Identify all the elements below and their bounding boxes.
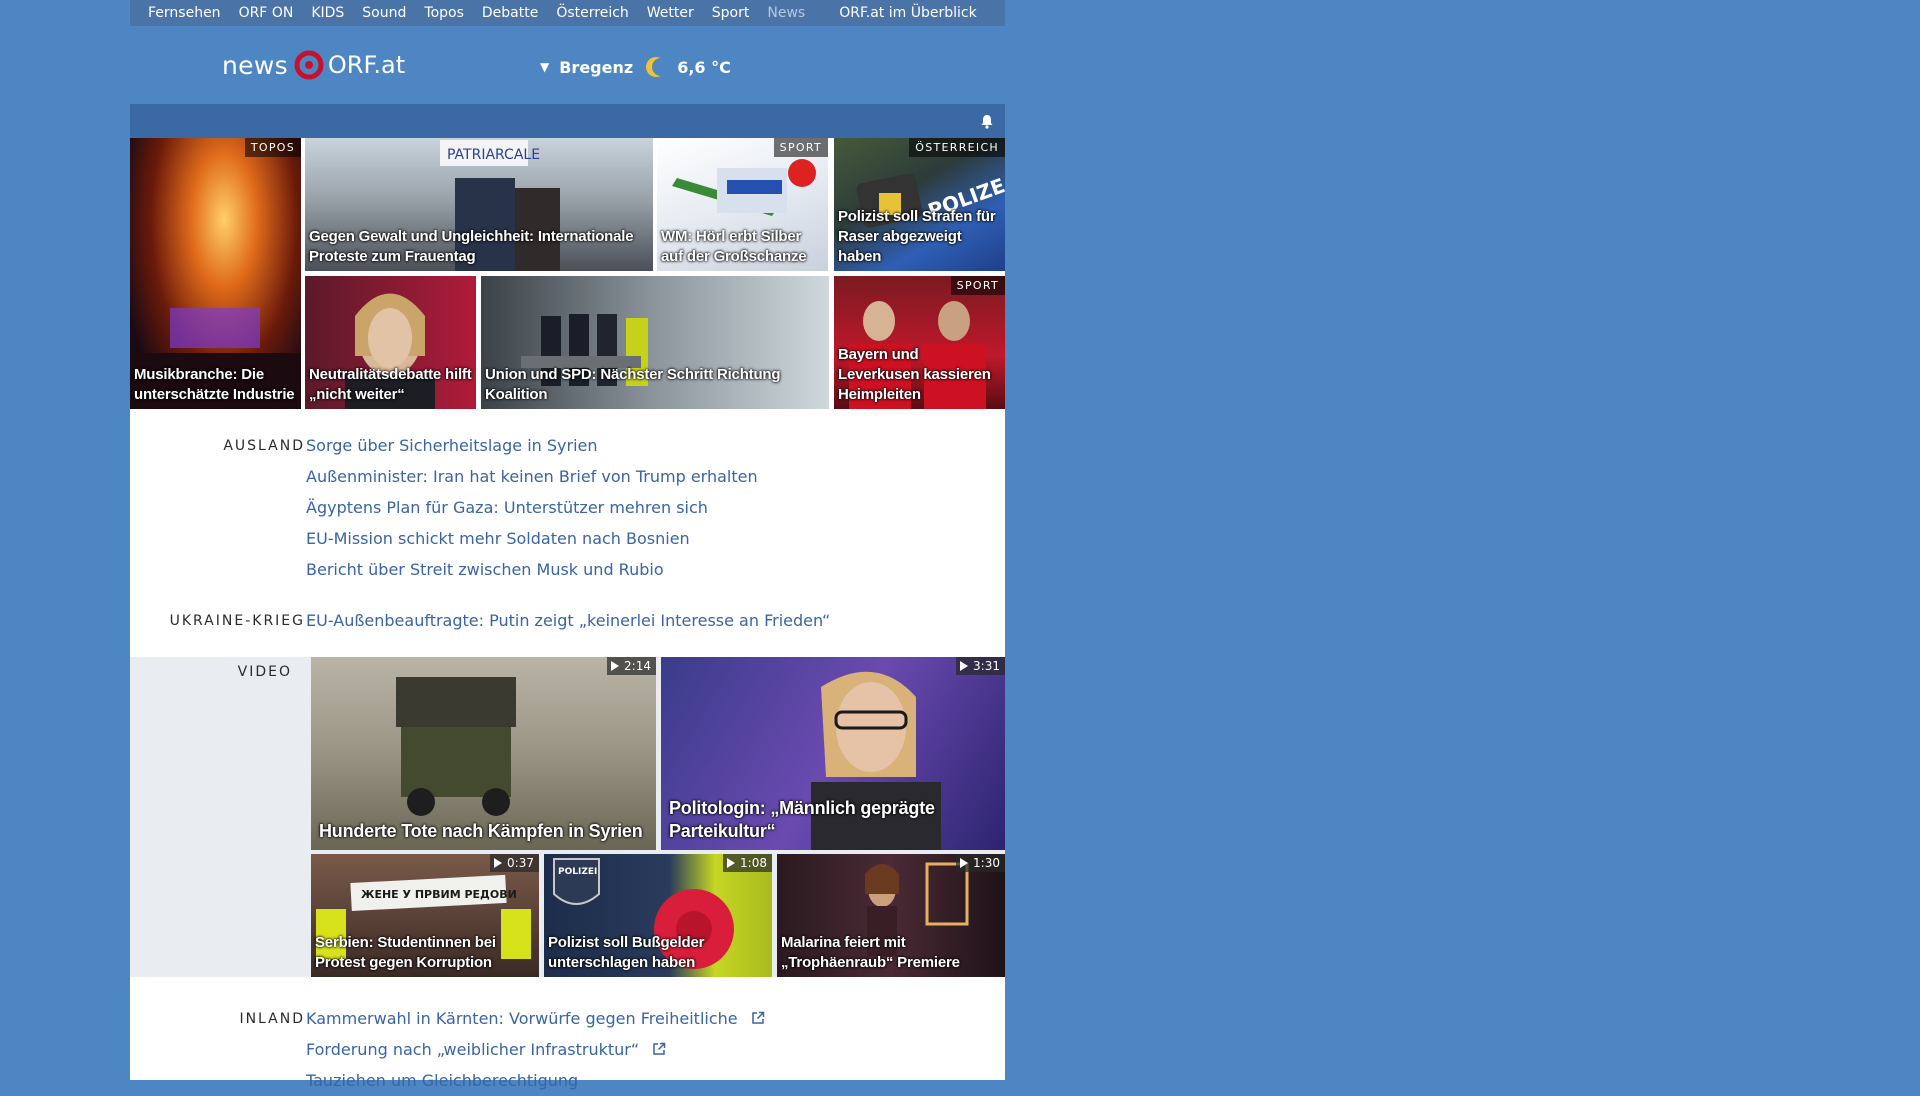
nav-item-sound[interactable]: Sound [353,5,415,21]
teaser-title: Musikbranche: Die unterschätzte Industri… [134,366,295,403]
teaser-tile-hoerl[interactable]: SPORT WM: Hörl erbt Silber auf der Großs… [657,138,828,271]
teaser-tile-bayern[interactable]: SPORT Bayern und Leverkusen kassieren He… [834,276,1005,409]
external-link-icon [751,1011,764,1024]
teaser-title: WM: Hörl erbt Silber auf der Großschanze [661,228,807,265]
nav-item-orf-on[interactable]: ORF ON [230,5,303,21]
nav-item-kids[interactable]: KIDS [302,5,353,21]
play-icon [960,858,969,868]
teaser-title: Union und SPD: Nächster Schritt Richtung… [485,366,781,403]
video-title: Malarina feiert mit „Trophäenraub“ Premi… [781,934,960,971]
news-link[interactable]: EU-Außenbeauftragte: Putin zeigt „keiner… [306,605,830,636]
top-navigation: Fernsehen ORF ON KIDS Sound Topos Debatt… [130,0,1005,26]
news-link[interactable]: Sorge über Sicherheitslage in Syrien [306,430,758,461]
video-duration: 1:08 [723,854,772,872]
orf-eye-icon [294,50,324,80]
video-title: Politologin: „Männlich geprägte Parteiku… [669,798,935,841]
ukraine-link-list: EU-Außenbeauftragte: Putin zeigt „keiner… [306,605,830,636]
section-label-video: VIDEO [237,664,292,680]
video-tile-malarina[interactable]: 1:30 Malarina feiert mit „Trophäenraub“ … [777,854,1005,977]
teaser-title: Neutralitätsdebatte hilft „nicht weiter“ [309,366,472,403]
nav-item-news-current[interactable]: News [758,5,814,21]
location-dropdown-icon: ▼ [540,60,550,74]
logo-news-text: news [222,50,288,80]
nav-item-sport[interactable]: Sport [703,5,759,21]
main-content: TOPOS Musikbranche: Die unterschätzte In… [130,138,1005,1090]
news-link[interactable]: Ägyptens Plan für Gaza: Unterstützer meh… [306,492,758,523]
news-link[interactable]: Forderung nach „weiblicher Infrastruktur… [306,1034,765,1065]
teaser-category: SPORT [950,276,1005,295]
video-tile-polizist-bussgelder[interactable]: POLIZEI 1:08 Polizist soll Bußgelder unt… [544,854,772,977]
duration-text: 2:14 [624,659,651,673]
video-duration: 2:14 [607,657,656,675]
video-duration: 3:31 [956,657,1005,675]
video-title: Polizist soll Bußgelder unterschlagen ha… [548,934,705,971]
teaser-tile-frauentag[interactable]: PATRIARCALE Gegen Gewalt und Ungleichhei… [305,138,653,271]
news-link[interactable]: Außenminister: Iran hat keinen Brief von… [306,461,758,492]
news-link[interactable]: Tauziehen um Gleichberechtigung [306,1065,765,1096]
nav-item-oesterreich[interactable]: Österreich [547,5,637,21]
play-icon [494,858,503,868]
play-icon [727,858,736,868]
duration-text: 1:08 [740,856,767,870]
teaser-title: Polizist soll Strafen für Raser abgezwei… [838,208,996,265]
video-tile-serbien[interactable]: ЖЕНЕ У ПРВИМ РЕДОВИ 0:37 Serbien: Studen… [311,854,539,977]
section-label-ausland: AUSLAND [223,438,305,454]
page: Fernsehen ORF ON KIDS Sound Topos Debatt… [130,0,1005,1090]
moon-icon [646,57,668,77]
inland-link-list: Kammerwahl in Kärnten: Vorwürfe gegen Fr… [306,1003,765,1096]
duration-text: 0:37 [507,856,534,870]
news-link[interactable]: Kammerwahl in Kärnten: Vorwürfe gegen Fr… [306,1003,765,1034]
link-text: Kammerwahl in Kärnten: Vorwürfe gegen Fr… [306,1009,738,1028]
logo-orf-text: ORF.at [327,51,406,79]
nav-item-wetter[interactable]: Wetter [638,5,703,21]
section-label-inland: INLAND [239,1011,305,1027]
video-title: Serbien: Studentinnen bei Protest gegen … [315,934,496,971]
weather-city: Bregenz [559,57,634,77]
link-text: Forderung nach „weiblicher Infrastruktur… [306,1040,640,1059]
nav-item-fernsehen[interactable]: Fernsehen [130,5,230,21]
news-orf-logo[interactable]: news ORF.at [222,50,405,80]
teaser-category: ÖSTERREICH [909,138,1005,157]
section-label-ukraine-krieg: UKRAINE-KRIEG [169,613,305,629]
teaser-title: Gegen Gewalt und Ungleichheit: Internati… [309,228,634,265]
video-tile-syrien[interactable]: 2:14 Hunderte Tote nach Kämpfen in Syrie… [311,657,656,850]
teaser-category: SPORT [773,138,828,157]
teaser-title: Bayern und Leverkusen kassieren Heimplei… [838,346,991,403]
nav-item-overview[interactable]: ORF.at im Überblick [830,5,985,21]
nav-item-topos[interactable]: Topos [415,5,472,21]
svg-text:POLIZEI: POLIZEI [558,867,597,877]
video-duration: 1:30 [956,854,1005,872]
weather-temperature: 6,6 °C [677,57,731,77]
news-link[interactable]: Bericht über Streit zwischen Musk und Ru… [306,554,758,585]
teaser-tile-polizist-raser[interactable]: POLIZE ÖSTERREICH Polizist soll Strafen … [834,138,1005,271]
play-icon [960,661,969,671]
teaser-tile-neutralitaet[interactable]: Neutralitätsdebatte hilft „nicht weiter“ [305,276,476,409]
teaser-tile-union-spd[interactable]: Union und SPD: Nächster Schritt Richtung… [481,276,829,409]
ausland-link-list: Sorge über Sicherheitslage in Syrien Auß… [306,430,758,585]
weather-widget[interactable]: ▼ Bregenz 6,6 °C [540,56,731,78]
notification-bar [130,104,1005,138]
news-link[interactable]: EU-Mission schickt mehr Soldaten nach Bo… [306,523,758,554]
video-title: Hunderte Tote nach Kämpfen in Syrien [319,821,643,841]
nav-item-debatte[interactable]: Debatte [473,5,547,21]
svg-text:ЖЕНЕ У ПРВИМ РЕДОВИ: ЖЕНЕ У ПРВИМ РЕДОВИ [361,888,517,901]
duration-text: 1:30 [973,856,1000,870]
site-header: news ORF.at ▼ Bregenz 6,6 °C [130,26,1005,104]
external-link-icon [653,1042,666,1055]
video-section: VIDEO 2:14 Hunderte Tote nach Kämpfen in… [130,657,1005,977]
teaser-tile-musikbranche[interactable]: TOPOS Musikbranche: Die unterschätzte In… [130,138,301,409]
svg-text:PATRIARCALE: PATRIARCALE [447,147,540,163]
video-tile-politologin[interactable]: 3:31 Politologin: „Männlich geprägte Par… [661,657,1005,850]
play-icon [611,661,620,671]
video-duration: 0:37 [490,854,539,872]
teaser-category: TOPOS [244,138,301,157]
duration-text: 3:31 [973,659,1000,673]
bell-icon[interactable] [979,113,995,129]
